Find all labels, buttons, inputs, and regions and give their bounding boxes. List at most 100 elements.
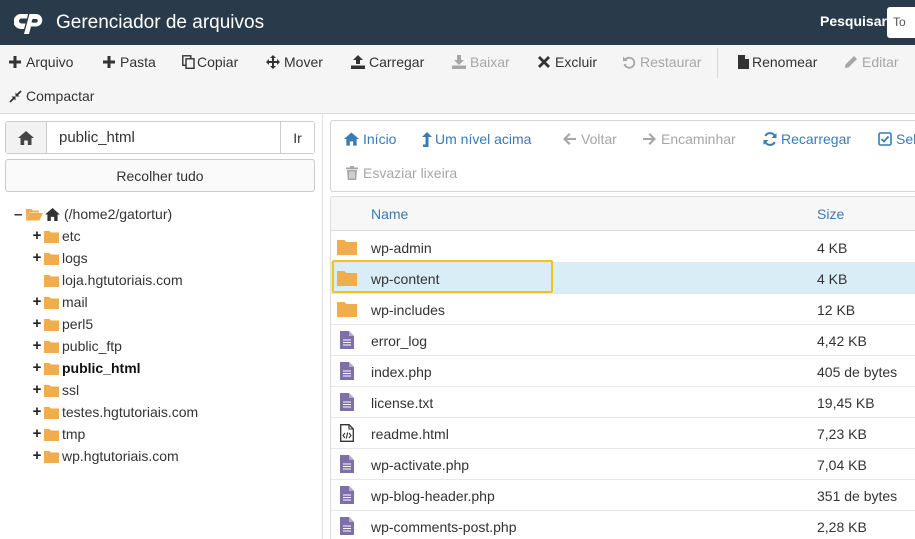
rename-button[interactable]: Renomear [736,51,817,73]
new-folder-button[interactable]: Pasta [102,51,156,73]
folder-icon [337,238,357,256]
up-one-level-button[interactable]: Um nível acima [422,129,531,149]
new-file-button[interactable]: Arquivo [8,51,73,73]
path-bar: Ir [5,121,315,154]
collapse-all-button[interactable]: Recolher tudo [5,159,315,192]
tree-item-label: perl5 [62,316,94,332]
toolbar-divider [717,48,718,78]
folder-icon [44,428,59,441]
tree-item[interactable]: + perl5 [32,314,94,334]
compress-button[interactable]: Compactar [8,85,94,107]
cpanel-logo-icon[interactable] [14,11,48,35]
expand-toggle-icon[interactable]: + [32,228,42,243]
text-file-icon [337,517,357,535]
home-directory-button[interactable] [6,122,47,153]
tree-item[interactable]: + ssl [32,380,80,400]
folder-icon [44,318,59,331]
expand-toggle-icon[interactable]: + [32,360,42,375]
collapse-toggle-icon[interactable]: – [14,206,24,223]
tree-item[interactable]: + testes.hgtutoriais.com [32,402,199,422]
tree-item[interactable]: + wp.hgtutoriais.com [32,446,179,466]
expand-toggle-icon[interactable]: + [32,404,42,419]
table-row[interactable]: wp-admin 4 KB [331,232,915,263]
tree-root-label: (/home2/gatortur) [64,206,173,222]
expand-toggle-icon[interactable]: + [32,426,42,441]
back-button[interactable]: Voltar [562,129,617,149]
folder-icon [44,252,59,265]
table-row[interactable]: index.php 405 de bytes [331,356,915,387]
tree-item-label: logs [62,250,88,266]
table-row[interactable]: license.txt 19,45 KB [331,387,915,418]
table-row[interactable]: wp-activate.php 7,04 KB [331,449,915,480]
folder-icon [44,340,59,353]
table-header: Name Size [331,197,915,231]
folder-icon [44,450,59,463]
tree-item[interactable]: + logs [32,248,88,268]
text-file-icon [337,331,357,349]
edit-button[interactable]: Editar [844,51,899,73]
name-column-header[interactable]: Name [371,206,408,222]
download-icon [452,55,466,69]
file-size: 4,42 KB [817,333,867,349]
compress-label: Compactar [26,88,95,104]
main-toolbar: Arquivo Pasta Copiar Mover Carregar Baix… [0,45,915,114]
times-icon [537,55,551,69]
expand-toggle-icon[interactable]: + [32,250,42,265]
new-file-label: Arquivo [26,54,74,70]
home-nav-button[interactable]: Início [344,129,396,149]
upload-button[interactable]: Carregar [351,51,424,73]
code-file-icon [337,424,357,442]
folder-icon [337,269,357,287]
file-size: 7,04 KB [817,457,867,473]
expand-toggle-icon[interactable]: + [32,316,42,331]
plus-icon [8,55,22,69]
table-row-selected[interactable]: wp-content 4 KB [331,263,915,294]
app-header: Gerenciador de arquivos Pesquisar To [0,0,915,45]
text-file-icon [337,362,357,380]
forward-button[interactable]: Encaminhar [642,129,736,149]
expand-toggle-icon[interactable]: + [32,294,42,309]
table-row[interactable]: wp-blog-header.php 351 de bytes [331,480,915,511]
tree-item[interactable]: + etc [32,226,81,246]
size-column-header[interactable]: Size [817,206,844,222]
table-row[interactable]: wp-includes 12 KB [331,294,915,325]
pane-divider[interactable] [322,114,323,539]
delete-button[interactable]: Excluir [537,51,597,73]
folder-icon [44,230,59,243]
copy-button[interactable]: Copiar [181,51,238,73]
text-file-icon [337,393,357,411]
home-icon [344,132,359,147]
file-name: wp-activate.php [371,457,470,473]
file-size: 2,28 KB [817,519,867,535]
table-row[interactable]: wp-comments-post.php 2,28 KB [331,511,915,539]
search-scope-select[interactable]: To [887,7,915,38]
file-size: 12 KB [817,302,856,318]
text-file-icon [337,455,357,473]
expand-toggle-icon[interactable]: + [32,338,42,353]
table-row[interactable]: error_log 4,42 KB [331,325,915,356]
folder-icon [44,406,59,419]
empty-trash-button[interactable]: Esvaziar lixeira [344,163,457,183]
select-all-button[interactable]: Sele [877,129,915,149]
copy-icon [181,55,195,69]
tree-item[interactable]: + mail [32,292,88,312]
tree-item[interactable]: loja.hgtutoriais.com [44,270,183,290]
tree-item-current[interactable]: + public_html [32,358,141,378]
expand-toggle-icon[interactable]: + [32,382,42,397]
reload-button[interactable]: Recarregar [762,129,851,149]
file-size: 7,23 KB [817,426,867,442]
folder-icon [44,274,59,287]
table-row[interactable]: readme.html 7,23 KB [331,418,915,449]
navigation-toolbar: Início Um nível acima Voltar Encaminhar … [330,120,915,192]
tree-root[interactable]: – (/home2/gatortur) [14,204,172,224]
go-button[interactable]: Ir [280,122,314,153]
restore-button[interactable]: Restaurar [622,51,701,73]
tree-item[interactable]: + public_ftp [32,336,122,356]
expand-toggle-icon[interactable]: + [32,448,42,463]
download-button[interactable]: Baixar [452,51,510,73]
tree-item-label: ssl [62,382,80,398]
file-name: wp-comments-post.php [371,519,517,535]
move-button[interactable]: Mover [266,51,323,73]
tree-item[interactable]: + tmp [32,424,86,444]
path-input[interactable] [48,122,280,153]
